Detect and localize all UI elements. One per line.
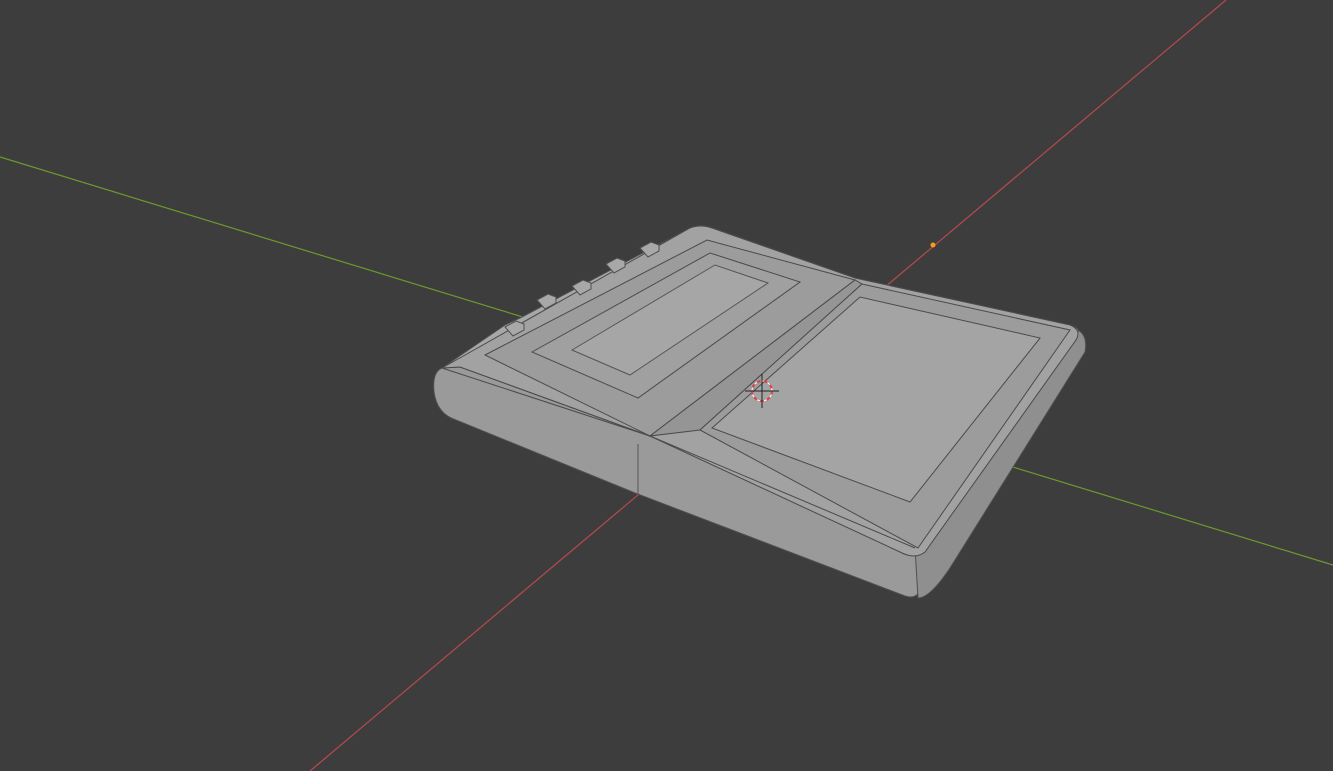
viewport-canvas[interactable] bbox=[0, 0, 1333, 771]
3d-viewport[interactable] bbox=[0, 0, 1333, 771]
object-origin-dot[interactable] bbox=[930, 242, 936, 248]
